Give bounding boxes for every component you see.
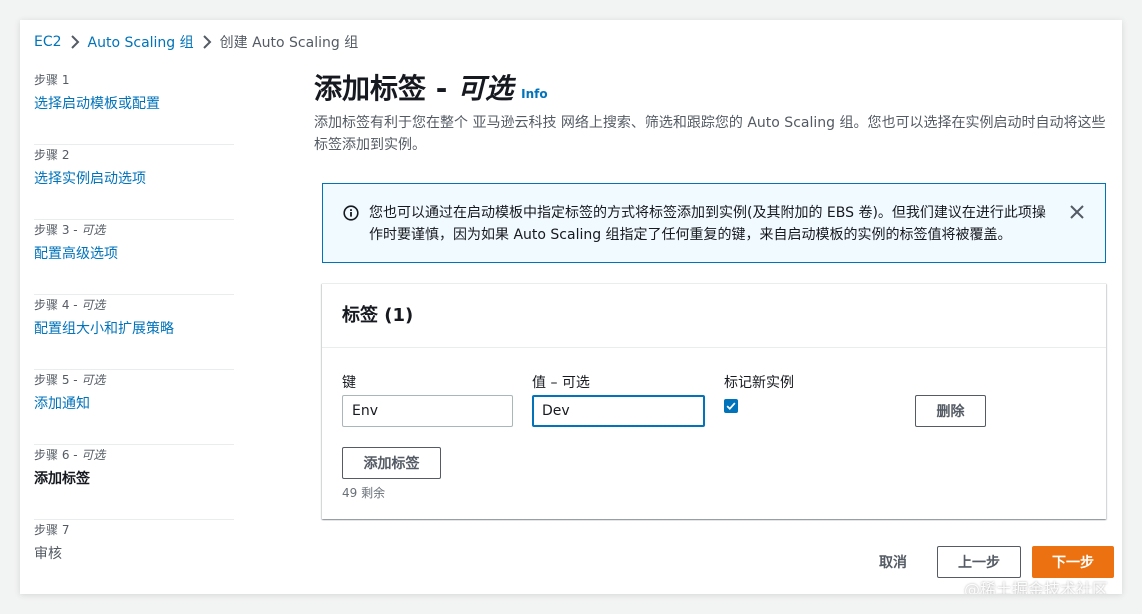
tag-new-instances-label: 标记新实例 <box>724 375 794 391</box>
info-alert: 您也可以通过在启动模板中指定标签的方式将标签添加到实例(及其附加的 EBS 卷)… <box>322 183 1106 263</box>
main-content: 添加标签 - 可选 Info 添加标签有利于您在整个 亚马逊云科技 网络上搜索、… <box>314 70 1106 519</box>
breadcrumb: EC2 Auto Scaling 组 创建 Auto Scaling 组 <box>34 32 358 52</box>
cancel-button[interactable]: 取消 <box>860 546 926 578</box>
previous-button[interactable]: 上一步 <box>937 546 1021 578</box>
page-header: 添加标签 - 可选 Info <box>314 70 1106 108</box>
wizard-steps-sidebar: 步骤 1 选择启动模板或配置 步骤 2 选择实例启动选项 步骤 3 - 可选 配… <box>34 70 234 594</box>
key-label: 键 <box>342 375 356 391</box>
next-button[interactable]: 下一步 <box>1032 546 1114 578</box>
chevron-right-icon <box>62 35 88 49</box>
alert-message: 您也可以通过在启动模板中指定标签的方式将标签添加到实例(及其附加的 EBS 卷)… <box>369 205 1046 243</box>
remaining-tags-count: 49 剩余 <box>342 486 386 500</box>
checkmark-icon <box>726 402 736 410</box>
page-description: 添加标签有利于您在整个 亚马逊云科技 网络上搜索、筛选和跟踪您的 Auto Sc… <box>314 115 1106 153</box>
wizard-step-4: 步骤 4 - 可选 配置组大小和扩展策略 <box>34 295 234 370</box>
tag-value-input[interactable] <box>532 395 705 427</box>
wizard-step-2: 步骤 2 选择实例启动选项 <box>34 145 234 220</box>
step-label: 步骤 2 <box>34 148 70 162</box>
step-link-group-size-scaling[interactable]: 配置组大小和扩展策略 <box>34 319 234 339</box>
step-label: 步骤 7 <box>34 523 70 537</box>
step-label: 步骤 3 - 可选 <box>34 223 106 237</box>
info-link[interactable]: Info <box>521 87 547 101</box>
page-title: 添加标签 - 可选 <box>314 72 514 105</box>
tags-panel: 标签 (1) 键 值 – 可选 标记新实例 删除 添加标签 49 剩余 <box>322 283 1106 519</box>
breadcrumb-auto-scaling-groups[interactable]: Auto Scaling 组 <box>88 32 194 52</box>
remove-tag-button[interactable]: 删除 <box>915 395 986 427</box>
step-current-add-tags: 添加标签 <box>34 471 90 487</box>
step-link-instance-launch-options[interactable]: 选择实例启动选项 <box>34 169 234 189</box>
info-circle-icon <box>343 205 359 221</box>
step-label: 步骤 1 <box>34 73 70 87</box>
breadcrumb-current: 创建 Auto Scaling 组 <box>219 35 359 51</box>
step-label: 步骤 6 - 可选 <box>34 448 106 462</box>
tag-key-input[interactable] <box>342 395 513 427</box>
wizard-step-3: 步骤 3 - 可选 配置高级选项 <box>34 220 234 295</box>
breadcrumb-ec2[interactable]: EC2 <box>34 34 62 50</box>
add-tag-button[interactable]: 添加标签 <box>342 447 441 479</box>
wizard-step-6: 步骤 6 - 可选 添加标签 <box>34 445 234 520</box>
step-link-notifications[interactable]: 添加通知 <box>34 394 234 414</box>
step-label: 步骤 4 - 可选 <box>34 298 106 312</box>
wizard-step-5: 步骤 5 - 可选 添加通知 <box>34 370 234 445</box>
close-icon[interactable] <box>1069 204 1085 220</box>
wizard-frame: EC2 Auto Scaling 组 创建 Auto Scaling 组 步骤 … <box>20 20 1122 594</box>
watermark: @稀土掘金技术社区 <box>964 580 1109 594</box>
tag-new-instances-checkbox[interactable] <box>724 399 738 413</box>
tags-panel-header: 标签 (1) <box>322 284 1106 348</box>
step-link-launch-template[interactable]: 选择启动模板或配置 <box>34 94 234 114</box>
wizard-step-7: 步骤 7 审核 <box>34 520 234 594</box>
step-review: 审核 <box>34 546 62 562</box>
chevron-right-icon <box>194 35 220 49</box>
wizard-step-1: 步骤 1 选择启动模板或配置 <box>34 70 234 145</box>
step-label: 步骤 5 - 可选 <box>34 373 106 387</box>
step-link-advanced-options[interactable]: 配置高级选项 <box>34 244 234 264</box>
value-label: 值 – 可选 <box>532 375 590 391</box>
